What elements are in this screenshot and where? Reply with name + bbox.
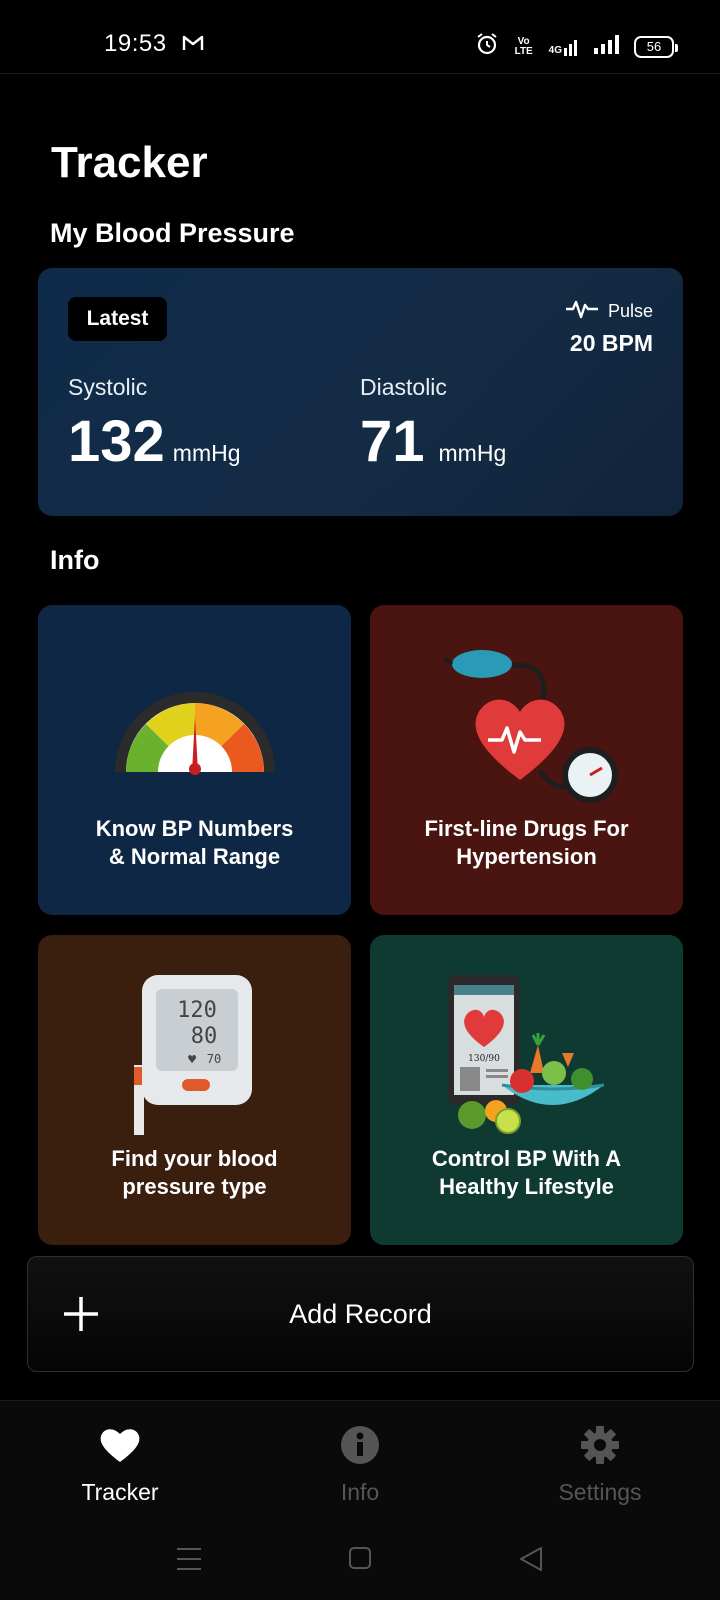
alarm-icon	[475, 32, 499, 61]
volte-indicator: Vo LTE	[514, 35, 533, 57]
nav-info[interactable]: Info	[270, 1423, 450, 1506]
menu-icon[interactable]	[176, 1546, 202, 1577]
pulse-value: 20 BPM	[569, 330, 653, 356]
add-record-button[interactable]: Add Record	[27, 1256, 694, 1372]
tile-first-line-drugs[interactable]: First-line Drugs For Hypertension	[370, 605, 683, 915]
gear-icon	[510, 1423, 690, 1467]
latest-badge: Latest	[68, 297, 167, 341]
add-record-label: Add Record	[289, 1299, 432, 1329]
system-navigation-bar	[0, 1540, 720, 1580]
gmail-notification-icon	[182, 34, 204, 57]
home-icon[interactable]	[348, 1546, 372, 1575]
systolic-value: 132	[68, 409, 165, 474]
status-bar: 19:53 Vo LTE 4G 56	[0, 0, 720, 74]
nav-tracker[interactable]: Tracker	[30, 1423, 210, 1506]
status-icons: Vo LTE 4G 56	[475, 32, 678, 61]
tile-caption: Control BP With A Healthy Lifestyle	[431, 1146, 622, 1199]
diastolic-value: 71	[360, 409, 425, 474]
systolic-reading: 132 mmHg	[68, 408, 241, 475]
signal-4g-icon: 4G	[549, 38, 580, 56]
gauge-illustration	[115, 692, 275, 775]
monitor-diastolic: 80	[191, 1024, 218, 1049]
pulse-header: Pulse	[564, 298, 653, 325]
monitor-systolic: 120	[177, 998, 217, 1023]
tile-healthy-lifestyle[interactable]: 130/90 Control BP With A Healthy Lifesty…	[370, 935, 683, 1245]
systolic-label: Systolic	[68, 374, 148, 400]
heart-icon	[30, 1423, 210, 1467]
systolic-unit: mmHg	[172, 440, 241, 466]
phone-reading: 130/90	[468, 1054, 500, 1064]
tile-caption: Find your blood pressure type	[111, 1146, 278, 1199]
pulse-label: Pulse	[607, 301, 653, 321]
battery-icon: 56	[634, 35, 678, 58]
page-title: Tracker	[51, 138, 208, 187]
latest-reading-card[interactable]: Latest Pulse 20 BPM Systolic 132 mmHg Di…	[38, 268, 683, 516]
back-icon[interactable]	[518, 1546, 544, 1577]
diastolic-unit: mmHg	[438, 440, 507, 466]
nav-info-label: Info	[340, 1479, 380, 1505]
bp-section-title: My Blood Pressure	[50, 218, 295, 248]
nav-settings[interactable]: Settings	[510, 1423, 690, 1506]
nav-tracker-label: Tracker	[81, 1479, 159, 1505]
nav-settings-label: Settings	[558, 1479, 642, 1505]
monitor-pulse: 70	[207, 1052, 221, 1066]
tile-caption: First-line Drugs For Hypertension	[424, 816, 629, 869]
diastolic-label: Diastolic	[360, 374, 447, 400]
info-icon	[270, 1423, 450, 1467]
network-type-label: 4G	[548, 44, 562, 56]
pulse-icon	[564, 298, 600, 325]
info-section-title: Info	[50, 545, 100, 575]
phone-vegetables-illustration: 130/90	[448, 975, 605, 1134]
status-time: 19:53	[104, 30, 167, 57]
bp-monitor-illustration: 120 80 70 ♥	[134, 975, 252, 1135]
tile-caption: Know BP Numbers & Normal Range	[95, 816, 294, 869]
svg-text:♥: ♥	[187, 1053, 197, 1066]
heart-cuff-illustration	[442, 650, 618, 803]
signal-strength-icon	[594, 34, 620, 59]
status-divider	[0, 73, 720, 74]
diastolic-reading: 71 mmHg	[360, 408, 506, 475]
tile-know-bp-numbers[interactable]: Know BP Numbers & Normal Range	[38, 605, 351, 915]
tile-find-bp-type[interactable]: 120 80 70 ♥ Find your blood pressure typ…	[38, 935, 351, 1245]
